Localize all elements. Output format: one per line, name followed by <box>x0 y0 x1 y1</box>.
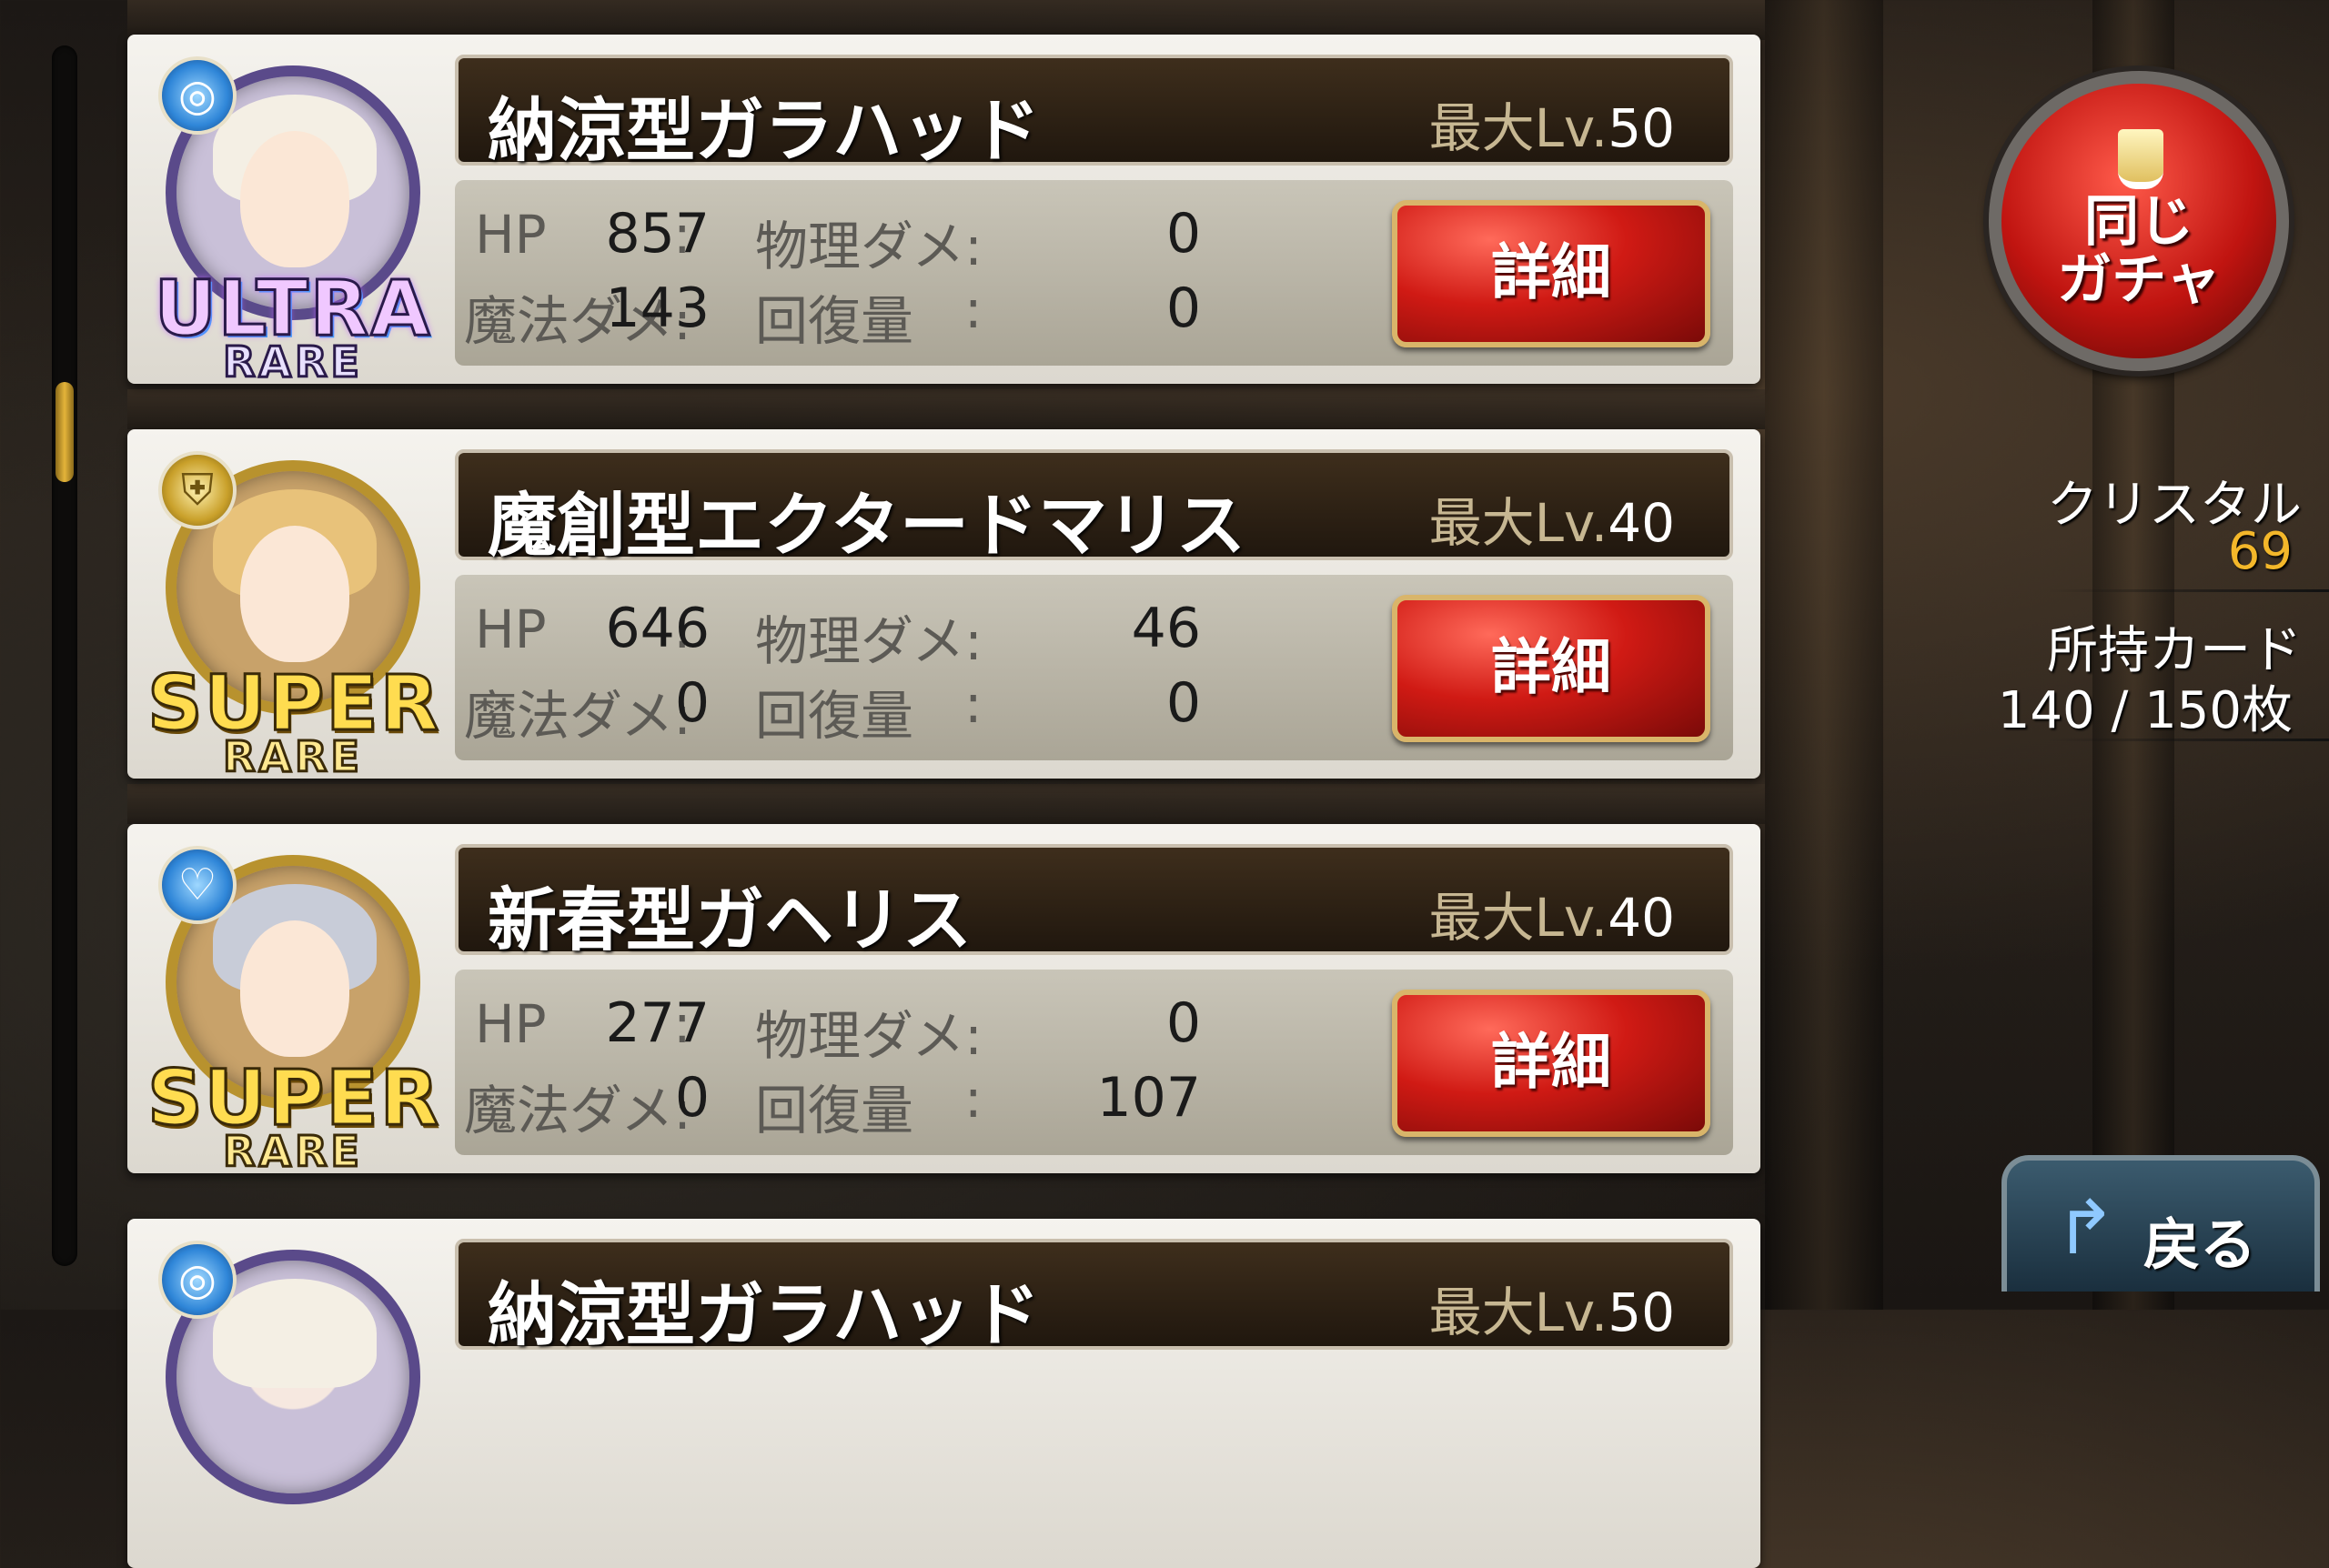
magic-damage-value: 0 <box>674 1066 710 1130</box>
card-name-bar: 新春型ガヘリス 最大Lv.40 <box>455 844 1733 960</box>
card-portrait: ♡ SUPER RARE <box>146 837 440 1174</box>
heal-colon: : <box>964 1068 983 1130</box>
swirl-icon: ◎ <box>158 1241 237 1319</box>
max-level: 最大Lv.40 <box>1428 887 1675 949</box>
crystal-value: 69 <box>2227 522 2293 581</box>
heal-label: 回復量 <box>755 1080 914 1141</box>
card-item[interactable]: ⛨ SUPER RARE 魔創型エクタードマリス 最大Lv.40 HP : 64… <box>127 429 1760 779</box>
heal-label: 回復量 <box>755 290 914 352</box>
phys-damage-value: 46 <box>1131 597 1201 660</box>
card-item[interactable]: ♡ SUPER RARE 新春型ガヘリス 最大Lv.40 HP : 277 物理… <box>127 824 1760 1174</box>
card-portrait: ◎ <box>147 1231 429 1559</box>
card-stats: HP : 857 物理ダメ: 0 魔法ダメ: 143 回復量 : 0 詳細 <box>455 180 1733 366</box>
scrollbar-track[interactable] <box>52 45 77 1266</box>
background-pillar <box>1765 0 1883 1310</box>
max-level: 最大Lv.50 <box>1428 97 1675 159</box>
detail-button[interactable]: 詳細 <box>1392 200 1710 347</box>
heal-value: 0 <box>1165 276 1201 340</box>
owned-cards-value: 140 / 150枚 <box>1997 681 2293 740</box>
rarity-badge: SUPER RARE <box>146 658 441 781</box>
rarity-badge: SUPER RARE <box>146 1053 441 1176</box>
gacha-pillar-icon <box>2118 129 2163 189</box>
card-portrait: ⛨ SUPER RARE <box>146 442 440 779</box>
card-item[interactable]: ◎ ULTRA RARE 納涼型ガラハッド 最大Lv.50 HP : 857 物… <box>127 35 1760 385</box>
detail-button[interactable]: 詳細 <box>1392 595 1710 742</box>
rarity-badge: ULTRA RARE <box>153 264 432 387</box>
card-name: 納涼型ガラハッド <box>488 90 1041 171</box>
background-beam <box>127 389 1765 429</box>
hp-value: 857 <box>605 202 710 266</box>
card-name-bar: 納涼型ガラハッド 最大Lv.50 <box>455 55 1733 171</box>
return-arrow-icon: ↱ <box>2054 1185 2117 1271</box>
card-name: 新春型ガヘリス <box>488 879 972 960</box>
heal-value: 0 <box>1165 671 1201 735</box>
card-stats: HP : 646 物理ダメ: 46 魔法ダメ: 0 回復量 : 0 詳細 <box>455 575 1733 760</box>
hp-label: HP <box>475 598 547 660</box>
heal-label: 回復量 <box>755 685 914 747</box>
scrollbar-thumb[interactable] <box>55 382 74 482</box>
phys-damage-label: 物理ダメ: <box>755 216 983 277</box>
heal-colon: : <box>964 278 983 340</box>
background-beam <box>127 784 1765 824</box>
card-name-bar: 納涼型ガラハッド 最大Lv.50 <box>455 1239 1733 1355</box>
divider <box>2047 589 2329 592</box>
same-gacha-button[interactable]: 同じ ガチャ <box>1989 71 2289 371</box>
magic-damage-value: 143 <box>605 276 710 340</box>
divider <box>2047 739 2329 741</box>
phys-damage-value: 0 <box>1165 202 1201 266</box>
hp-value: 277 <box>605 991 710 1055</box>
card-item[interactable]: ◎ 納涼型ガラハッド 最大Lv.50 <box>127 1219 1760 1568</box>
hp-label: HP <box>475 204 547 266</box>
card-name-bar: 魔創型エクタードマリス 最大Lv.40 <box>455 449 1733 566</box>
max-level: 最大Lv.40 <box>1428 492 1675 554</box>
same-gacha-label: 同じ ガチャ <box>2057 190 2221 312</box>
card-name: 魔創型エクタードマリス <box>488 485 1245 566</box>
heal-colon: : <box>964 673 983 735</box>
back-label: 戻る <box>2143 1211 2257 1278</box>
hp-value: 646 <box>605 597 710 660</box>
hp-label: HP <box>475 993 547 1055</box>
phys-damage-label: 物理ダメ: <box>755 610 983 672</box>
max-level: 最大Lv.50 <box>1428 1282 1675 1343</box>
heart-icon: ♡ <box>158 846 237 924</box>
card-name: 納涼型ガラハッド <box>488 1274 1041 1355</box>
card-portrait: ◎ ULTRA RARE <box>147 47 431 385</box>
phys-damage-value: 0 <box>1165 991 1201 1055</box>
detail-button[interactable]: 詳細 <box>1392 990 1710 1137</box>
back-button[interactable]: ↱ 戻る <box>2001 1155 2320 1292</box>
shield-icon: ⛨ <box>158 451 237 529</box>
swirl-icon: ◎ <box>158 56 237 135</box>
phys-damage-label: 物理ダメ: <box>755 1005 983 1067</box>
heal-value: 107 <box>1096 1066 1201 1130</box>
card-stats: HP : 277 物理ダメ: 0 魔法ダメ: 0 回復量 : 107 詳細 <box>455 970 1733 1155</box>
magic-damage-value: 0 <box>674 671 710 735</box>
